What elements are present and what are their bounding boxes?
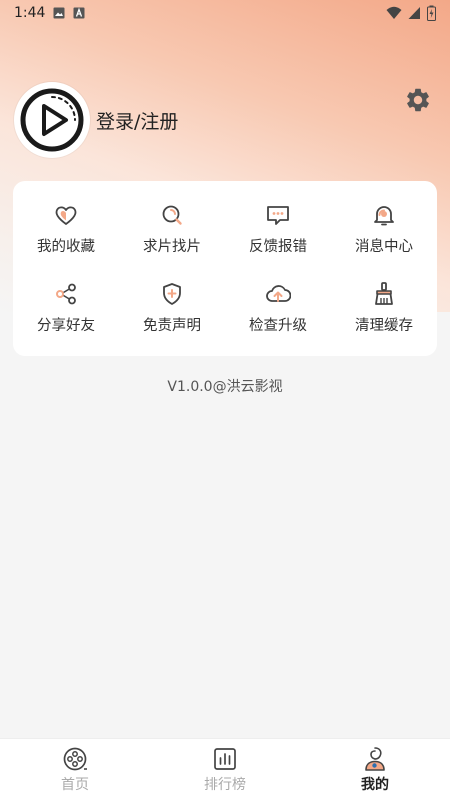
heart-icon [55, 206, 77, 225]
menu-item-clear-cache[interactable]: 清理缓存 [331, 269, 437, 349]
menu-item-label: 反馈报错 [249, 238, 307, 255]
menu-item-share[interactable]: 分享好友 [13, 269, 119, 349]
share-icon [56, 283, 76, 305]
bottom-nav: 首页 排行榜 我的 [0, 738, 450, 800]
menu-item-label: 求片找片 [143, 238, 201, 255]
nav-label-home: 首页 [61, 776, 89, 793]
battery-charging-icon [427, 5, 436, 21]
menu-item-check-update[interactable]: 检查升级 [225, 269, 331, 349]
menu-item-messages[interactable]: 消息中心 [331, 189, 437, 269]
message-icon [267, 205, 289, 225]
nav-item-mine[interactable]: 我的 [300, 739, 450, 800]
status-time: 1:44 [14, 5, 46, 21]
menu-item-label: 分享好友 [37, 318, 95, 335]
bell-icon [374, 205, 394, 226]
menu-item-feedback[interactable]: 反馈报错 [225, 189, 331, 269]
bar-chart-icon [214, 747, 236, 770]
avatar[interactable] [14, 82, 90, 158]
wifi-icon [386, 6, 402, 19]
status-bar: 1:44 [0, 0, 450, 26]
menu-item-label: 我的收藏 [37, 238, 95, 255]
menu-item-label: 消息中心 [355, 238, 413, 255]
menu-item-favorites[interactable]: 我的收藏 [13, 189, 119, 269]
menu-item-request-movie[interactable]: 求片找片 [119, 189, 225, 269]
menu-item-label: 检查升级 [249, 318, 307, 335]
menu-item-label: 清理缓存 [355, 318, 413, 335]
film-reel-icon [63, 747, 87, 770]
shield-icon [163, 283, 181, 306]
play-circle-icon [20, 88, 84, 152]
menu-item-label: 免责声明 [143, 318, 201, 335]
gear-icon[interactable] [404, 86, 432, 114]
nav-label-ranking: 排行榜 [204, 776, 246, 793]
menu-card: 我的收藏 求片找片 反馈报错 消息中心 分享好友 免责声明 检查升级 清理缓存 [13, 181, 437, 356]
image-icon [53, 7, 65, 19]
nav-item-ranking[interactable]: 排行榜 [150, 739, 300, 800]
profile-header: 登录/注册 [14, 82, 178, 158]
cloud-upload-icon [266, 285, 291, 303]
person-icon [365, 746, 385, 771]
version-text: V1.0.0@洪云影视 [167, 379, 283, 395]
signal-icon [408, 7, 420, 19]
broom-icon [375, 282, 393, 306]
login-register-link[interactable]: 登录/注册 [96, 107, 178, 134]
menu-item-disclaimer[interactable]: 免责声明 [119, 269, 225, 349]
text-a-icon [73, 7, 85, 19]
nav-item-home[interactable]: 首页 [0, 739, 150, 800]
search-icon [162, 205, 182, 225]
nav-label-mine: 我的 [361, 776, 389, 793]
